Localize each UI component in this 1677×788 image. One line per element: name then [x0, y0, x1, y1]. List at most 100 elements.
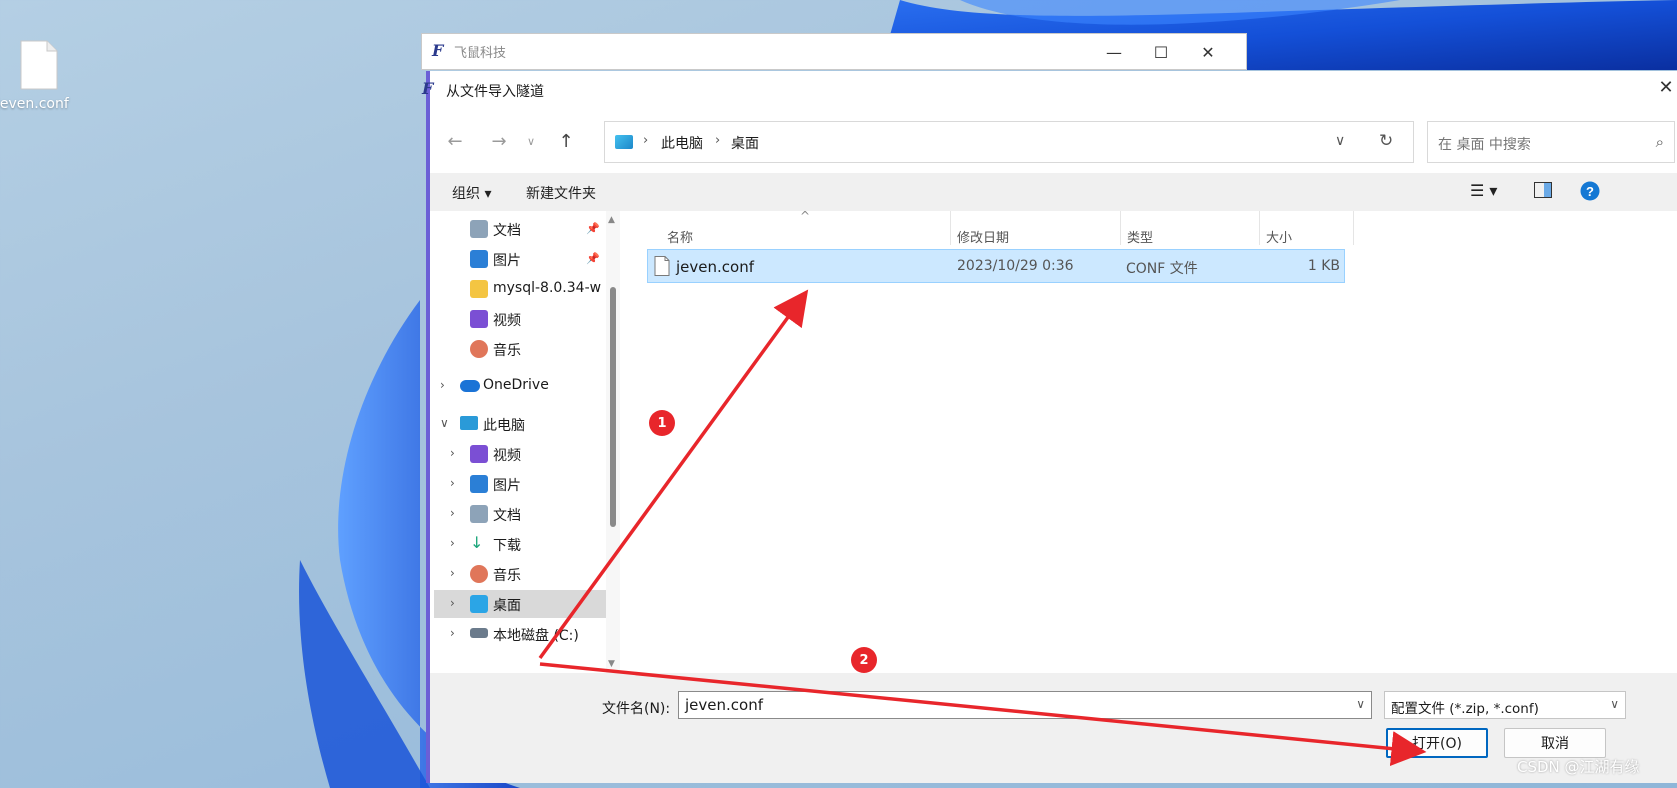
sidebar-item-label: 图片: [493, 253, 521, 269]
sidebar-item[interactable]: › 文档: [434, 500, 606, 528]
filename-label: 文件名(N):: [602, 701, 671, 717]
dialog-footer: 文件名(N): jeven.conf ∨ 配置文件 (*.zip, *.conf…: [430, 673, 1677, 783]
document-icon: [470, 220, 488, 238]
sidebar-item[interactable]: 音乐: [434, 335, 606, 363]
recent-chevron-icon[interactable]: ∨: [518, 129, 544, 153]
sort-up-icon: ^: [800, 209, 811, 223]
videos-icon: [470, 310, 488, 328]
close-dialog-button[interactable]: ✕: [1651, 77, 1677, 98]
pictures-icon: [470, 475, 488, 493]
sidebar-item-label: 此电脑: [483, 418, 525, 434]
file-name: jeven.conf: [676, 258, 754, 276]
file-list: 名称 ^ 修改日期 类型 大小 jeven.conf 2023/10/29 0:…: [625, 209, 1677, 673]
filename-input[interactable]: jeven.conf ∨: [678, 691, 1372, 719]
sidebar-item[interactable]: 图片 📌: [434, 245, 606, 273]
chevron-right-icon[interactable]: ›: [450, 476, 455, 490]
app-logo: F: [432, 41, 444, 60]
forward-arrow-icon[interactable]: →: [486, 129, 512, 153]
sidebar-item-label: mysql-8.0.34-w: [493, 280, 602, 296]
back-arrow-icon[interactable]: ←: [442, 129, 468, 153]
open-button[interactable]: 打开(O): [1386, 728, 1488, 758]
sidebar-item[interactable]: mysql-8.0.34-w: [434, 275, 606, 303]
file-type: CONF 文件: [1126, 261, 1198, 277]
refresh-icon[interactable]: ↻: [1379, 131, 1393, 151]
sidebar-item[interactable]: 视频: [434, 305, 606, 333]
chevron-right-icon[interactable]: ›: [440, 378, 445, 392]
maximize-button[interactable]: ☐: [1138, 34, 1184, 70]
sidebar-item[interactable]: › 视频: [434, 440, 606, 468]
sidebar-item[interactable]: › 本地磁盘 (C:): [434, 620, 606, 648]
chevron-right-icon[interactable]: ›: [450, 536, 455, 550]
chevron-right-icon[interactable]: ›: [450, 566, 455, 580]
address-bar[interactable]: › 此电脑 › 桌面 ∨ ↻: [604, 121, 1414, 163]
app-title: 飞鼠科技: [454, 46, 507, 61]
address-dropdown-icon[interactable]: ∨: [1335, 133, 1345, 149]
column-divider: [950, 211, 951, 245]
breadcrumb-separator-icon: ›: [715, 133, 721, 148]
document-icon: [470, 505, 488, 523]
desktop-file-label: jeven.conf: [0, 96, 69, 112]
chevron-right-icon[interactable]: ›: [450, 446, 455, 460]
scroll-up-icon[interactable]: ▲: [608, 215, 615, 225]
breadcrumb-desktop[interactable]: 桌面: [731, 133, 759, 153]
filename-dropdown-icon[interactable]: ∨: [1356, 697, 1365, 711]
navigation-scrollbar[interactable]: ▲ ▼: [606, 211, 620, 673]
filter-dropdown-icon: ∨: [1610, 697, 1619, 711]
sidebar-item[interactable]: › OneDrive: [434, 372, 606, 400]
search-box[interactable]: 在 桌面 中搜索 ⌕: [1427, 121, 1675, 163]
step-1-badge: 1: [649, 410, 675, 436]
view-options-icon[interactable]: ☰ ▾: [1470, 181, 1497, 200]
sidebar-item-label: 视频: [493, 313, 521, 329]
sidebar-item-label: 图片: [493, 478, 521, 494]
dialog-title: 从文件导入隧道: [446, 84, 544, 100]
chevron-right-icon[interactable]: ›: [450, 506, 455, 520]
file-row[interactable]: jeven.conf 2023/10/29 0:36 CONF 文件 1 KB: [647, 249, 1345, 283]
videos-icon: [470, 445, 488, 463]
sidebar-item-label: 音乐: [493, 568, 521, 584]
file-size: 1 KB: [1307, 258, 1340, 274]
sidebar-item[interactable]: ∨ 此电脑: [434, 410, 606, 438]
up-arrow-icon[interactable]: ↑: [553, 129, 579, 153]
new-folder-button[interactable]: 新建文件夹: [526, 183, 596, 203]
sidebar-item[interactable]: › ↓ 下载: [434, 530, 606, 558]
music-icon: [470, 565, 488, 583]
dialog-logo: F: [422, 79, 434, 98]
organize-menu[interactable]: 组织 ▾: [452, 183, 491, 203]
help-icon[interactable]: ?: [1580, 181, 1600, 205]
sidebar-item-label: 文档: [493, 508, 521, 524]
app-window-titlebar: F 飞鼠科技 — ☐ ✕: [421, 33, 1247, 70]
preview-pane-icon[interactable]: [1534, 182, 1552, 202]
navigation-pane: 文档 📌 图片 📌 mysql-8.0.34-w 视频 音乐 › OneDrive ∨ 此电脑 › 视频…: [430, 211, 625, 673]
onedrive-icon: [460, 380, 480, 392]
pin-icon: 📌: [586, 222, 600, 235]
column-divider: [1353, 211, 1354, 245]
cancel-button[interactable]: 取消: [1504, 728, 1606, 758]
music-icon: [470, 340, 488, 358]
file-type-filter[interactable]: 配置文件 (*.zip, *.conf) ∨: [1384, 691, 1626, 719]
desktop-file-icon[interactable]: jeven.conf: [0, 40, 70, 112]
sidebar-item-label: 音乐: [493, 343, 521, 359]
column-divider: [1259, 211, 1260, 245]
sidebar-item-label: OneDrive: [483, 377, 549, 393]
minimize-button[interactable]: —: [1091, 34, 1137, 70]
scrollbar-thumb[interactable]: [610, 287, 616, 527]
sidebar-item[interactable]: › 图片: [434, 470, 606, 498]
breadcrumb-this-pc[interactable]: 此电脑: [661, 133, 703, 153]
column-header-name[interactable]: 名称: [667, 227, 693, 246]
sidebar-item[interactable]: › 音乐: [434, 560, 606, 588]
chevron-down-icon[interactable]: ∨: [440, 416, 449, 430]
file-modified: 2023/10/29 0:36: [957, 258, 1074, 274]
sidebar-item-label: 本地磁盘 (C:): [493, 628, 579, 644]
sidebar-item-label: 视频: [493, 448, 521, 464]
scroll-down-icon[interactable]: ▼: [608, 659, 615, 669]
close-app-button[interactable]: ✕: [1185, 34, 1231, 70]
file-icon: [20, 40, 58, 90]
sidebar-item[interactable]: 文档 📌: [434, 215, 606, 243]
chevron-right-icon[interactable]: ›: [450, 626, 455, 640]
chevron-right-icon[interactable]: ›: [450, 596, 455, 610]
sidebar-item[interactable]: › 桌面: [434, 590, 606, 618]
column-header-modified[interactable]: 修改日期: [957, 227, 1009, 246]
column-header-size[interactable]: 大小: [1266, 227, 1292, 246]
column-header-type[interactable]: 类型: [1127, 227, 1153, 246]
desktop-icon: [615, 135, 633, 149]
